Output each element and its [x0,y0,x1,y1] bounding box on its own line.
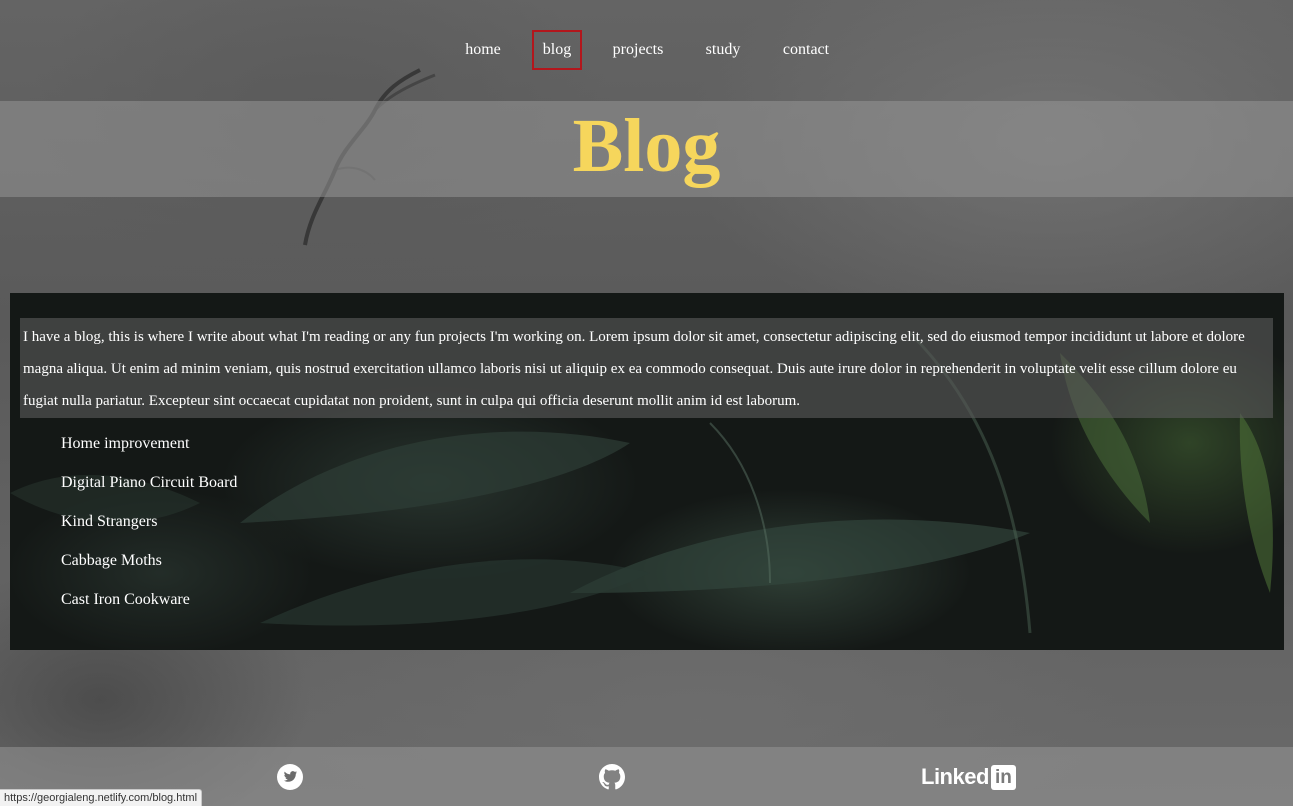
nav-link-blog[interactable]: blog [532,30,582,70]
twitter-icon[interactable] [277,764,303,790]
post-link-home-improvement[interactable]: Home improvement [61,431,237,470]
post-link-cast-iron[interactable]: Cast Iron Cookware [61,587,237,626]
linkedin-icon[interactable]: Linked in [921,763,1016,791]
nav-link-home[interactable]: home [460,30,506,70]
linkedin-badge: in [990,764,1016,790]
nav-link-study[interactable]: study [700,30,746,70]
blog-intro: I have a blog, this is where I write abo… [20,318,1273,418]
post-link-digital-piano[interactable]: Digital Piano Circuit Board [61,470,237,509]
post-list: Home improvement Digital Piano Circuit B… [61,431,237,626]
github-icon[interactable] [599,764,625,790]
main-nav: home blog projects study contact [0,0,1293,100]
title-band: Blog [0,101,1293,197]
blog-panel: I have a blog, this is where I write abo… [10,293,1284,650]
page-title: Blog [572,104,721,188]
status-bar-url: https://georgialeng.netlify.com/blog.htm… [0,789,203,806]
post-link-kind-strangers[interactable]: Kind Strangers [61,509,237,548]
nav-link-contact[interactable]: contact [776,30,836,70]
post-link-cabbage-moths[interactable]: Cabbage Moths [61,548,237,587]
linkedin-wordmark: Linked [921,764,989,789]
nav-link-projects[interactable]: projects [606,30,670,70]
